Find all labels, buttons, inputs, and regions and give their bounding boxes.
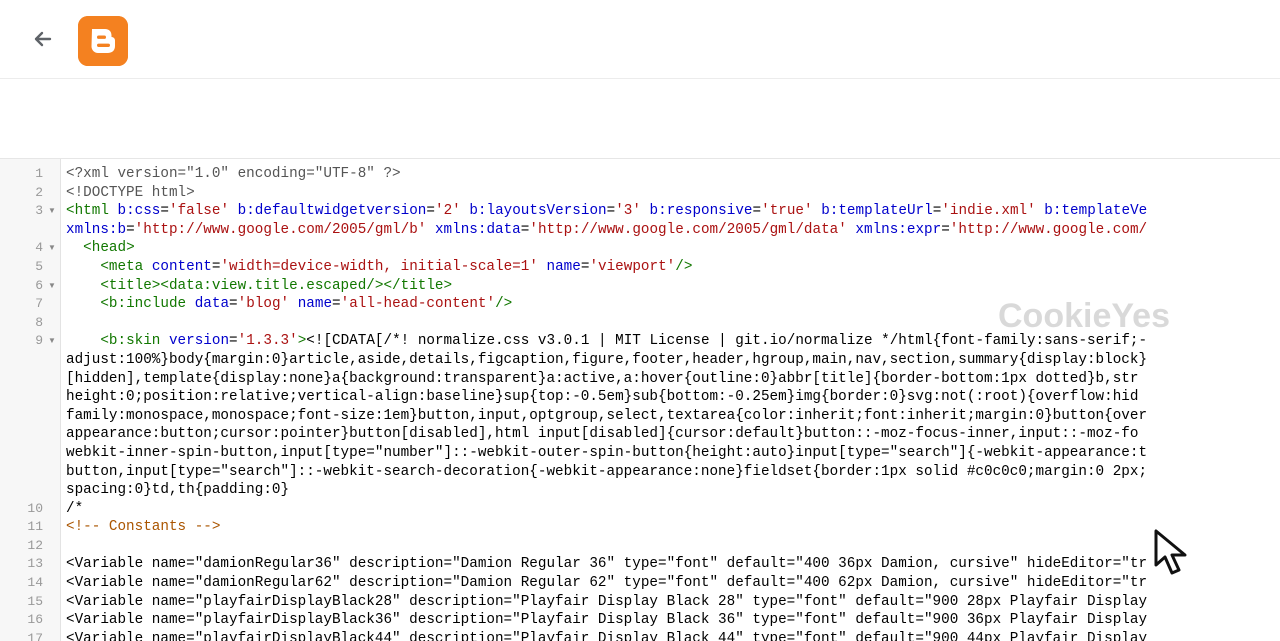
line-number: 1	[35, 166, 43, 181]
mouse-pointer-icon	[1150, 527, 1202, 579]
code-line[interactable]: 10 /*	[0, 500, 1280, 519]
code-line[interactable]: 16 <Variable name="playfairDisplayBlack36…	[0, 611, 1280, 630]
line-number: 11	[27, 519, 43, 535]
code-line[interactable]: 12	[0, 537, 1280, 556]
code-line[interactable]: appearance:button;cursor:pointer}button[…	[0, 425, 1280, 444]
code-line[interactable]: button,input[type="search"]::-webkit-sea…	[0, 463, 1280, 482]
code-text: <Variable name="damionRegular62" descrip…	[66, 575, 1148, 592]
code-line[interactable]: 14 <Variable name="damionRegular62" descr…	[0, 574, 1280, 593]
code-line[interactable]: [hidden],template{display:none}a{backgro…	[0, 370, 1280, 389]
top-bar	[0, 0, 1280, 79]
code-text: <meta content='width=device-width, initi…	[100, 258, 693, 275]
line-number: 12	[27, 537, 43, 553]
code-text: height:0;position:relative;vertical-alig…	[66, 389, 1139, 406]
code-line[interactable]: xmlns:b='http://www.google.com/2005/gml/…	[0, 221, 1280, 240]
code-line[interactable]: family:monospace,monospace;font-size:1em…	[0, 407, 1280, 426]
code-text: <head>	[83, 240, 135, 257]
code-line[interactable]: height:0;position:relative;vertical-alig…	[0, 388, 1280, 407]
code-line[interactable]: 6 ▼ <title><data:view.title.escaped/></ti…	[0, 277, 1280, 296]
code-editor[interactable]: 1 <?xml version="1.0" encoding="UTF-8" ?>…	[0, 159, 1280, 641]
code-text: <?xml version="1.0" encoding="UTF-8" ?>	[66, 166, 401, 182]
code-text: <b:skin version='1.3.3'><![CDATA[/*! nor…	[100, 333, 1148, 350]
code-line[interactable]: 11 <!-- Constants -->	[0, 518, 1280, 537]
code-line[interactable]: 1 <?xml version="1.0" encoding="UTF-8" ?>	[0, 165, 1280, 184]
code-text: /*	[66, 500, 84, 517]
blogger-logo-icon[interactable]	[78, 16, 128, 66]
code-line[interactable]: 13 <Variable name="damionRegular36" descr…	[0, 555, 1280, 574]
code-line[interactable]: 4 ▼ <head>	[0, 239, 1280, 258]
line-number: 17	[27, 630, 43, 641]
line-number: 3	[35, 203, 43, 219]
code-text: <!-- Constants -->	[66, 519, 221, 536]
code-text: <title><data:view.title.escaped/></title…	[100, 277, 453, 294]
back-arrow-icon[interactable]	[28, 24, 58, 54]
code-line[interactable]: 15 <Variable name="playfairDisplayBlack28…	[0, 593, 1280, 612]
fold-toggle-icon[interactable]: ▼	[48, 332, 56, 351]
code-text: button,input[type="search"]::-webkit-sea…	[66, 463, 1148, 480]
code-text: <Variable name="playfairDisplayBlack28" …	[66, 593, 1148, 610]
code-lines[interactable]: 1 <?xml version="1.0" encoding="UTF-8" ?>…	[0, 165, 1280, 641]
editor-toolbar	[0, 79, 1280, 159]
code-line[interactable]: 5 <meta content='width=device-width, ini…	[0, 258, 1280, 277]
line-number: 5	[35, 258, 43, 274]
line-number: 7	[35, 296, 43, 312]
line-number: 9	[35, 333, 43, 349]
code-line[interactable]: 3 ▼ <html b:css='false' b:defaultwidgetver…	[0, 202, 1280, 221]
fold-toggle-icon[interactable]: ▼	[48, 239, 56, 258]
watermark: CookieYes	[998, 297, 1170, 335]
code-text: [hidden],template{display:none}a{backgro…	[66, 370, 1139, 387]
code-text: family:monospace,monospace;font-size:1em…	[66, 407, 1148, 424]
line-number: 14	[27, 575, 43, 591]
code-line[interactable]: spacing:0}td,th{padding:0}	[0, 481, 1280, 500]
code-text: <html b:css='false' b:defaultwidgetversi…	[66, 203, 1148, 220]
fold-toggle-icon[interactable]: ▼	[48, 277, 56, 296]
line-number: 10	[27, 500, 43, 516]
code-text: <!DOCTYPE html>	[66, 184, 195, 201]
code-text: webkit-inner-spin-button,input[type="num…	[66, 444, 1148, 461]
code-text: <Variable name="damionRegular36" descrip…	[66, 556, 1148, 573]
code-text: xmlns:b='http://www.google.com/2005/gml/…	[66, 221, 1148, 238]
code-text: <Variable name="playfairDisplayBlack36" …	[66, 612, 1148, 629]
code-line[interactable]: 2 <!DOCTYPE html>	[0, 184, 1280, 203]
code-line[interactable]: adjust:100%}body{margin:0}article,aside,…	[0, 351, 1280, 370]
line-number: 2	[35, 184, 43, 200]
fold-toggle-icon[interactable]: ▼	[48, 202, 56, 221]
line-number: 4	[35, 240, 43, 256]
code-line[interactable]: 17 <Variable name="playfairDisplayBlack44…	[0, 630, 1280, 641]
code-text: <b:include data='blog' name='all-head-co…	[100, 296, 513, 313]
code-text: appearance:button;cursor:pointer}button[…	[66, 426, 1139, 443]
code-line[interactable]: webkit-inner-spin-button,input[type="num…	[0, 444, 1280, 463]
line-number: 15	[27, 593, 43, 609]
code-text: adjust:100%}body{margin:0}article,aside,…	[66, 351, 1148, 368]
line-number: 16	[27, 612, 43, 628]
code-text: <Variable name="playfairDisplayBlack44" …	[66, 630, 1148, 641]
code-text: spacing:0}td,th{padding:0}	[66, 482, 290, 499]
line-number: 13	[27, 556, 43, 572]
line-number: 6	[35, 277, 43, 293]
line-number: 8	[35, 314, 43, 330]
